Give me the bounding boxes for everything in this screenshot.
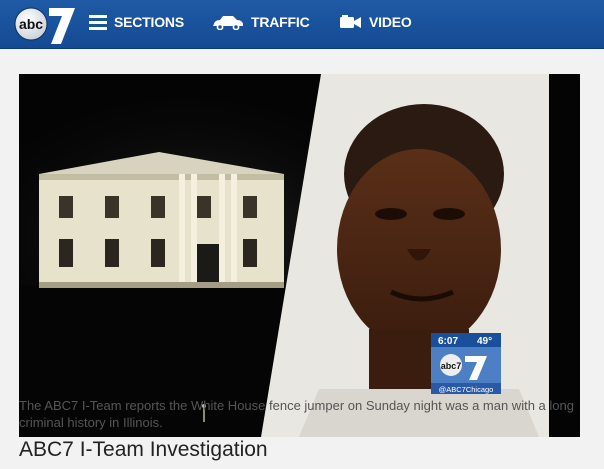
video-camera-icon [340,15,361,28]
traffic-nav-button[interactable]: TRAFFIC [212,0,310,44]
abc7-logo[interactable]: abc [9,2,79,46]
car-icon [213,16,243,30]
bug-logo-text: abc7 [441,361,462,371]
bug-time: 6:07 [438,336,458,347]
tv-station-bug: 6:07 49° abc7 @ABC7Chicago [431,333,501,394]
video-nav-button[interactable]: VIDEO [340,0,412,44]
sections-label: SECTIONS [114,14,184,30]
site-header: abc SECTIONS TRAFFIC VIDEO [0,0,604,49]
bug-temperature: 49° [477,336,492,347]
traffic-label: TRAFFIC [251,14,310,30]
bug-handle: @ABC7Chicago [439,385,494,394]
sections-nav-button[interactable]: SECTIONS [89,0,184,44]
video-label: VIDEO [369,14,412,30]
article-content: 6:07 49° abc7 @ABC7Chicago The ABC7 I-Te… [0,49,604,469]
hamburger-menu-icon [89,15,107,30]
article-headline[interactable]: ABC7 I-Team Investigation [19,438,268,462]
article-photo[interactable]: 6:07 49° abc7 @ABC7Chicago [19,74,580,437]
photo-caption: The ABC7 I-Team reports the White House … [19,398,574,430]
svg-text:abc: abc [19,16,43,32]
